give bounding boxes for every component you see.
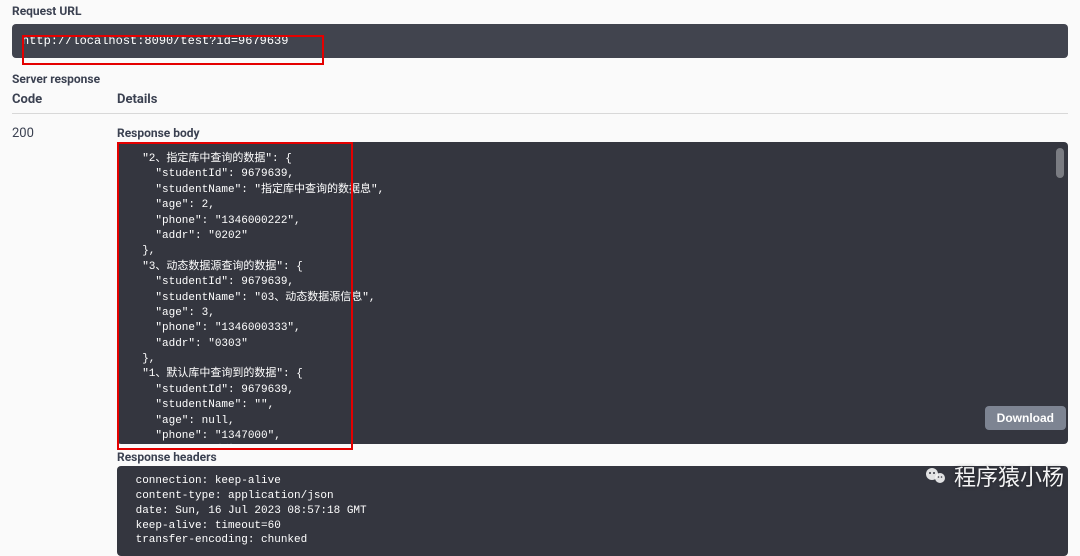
scrollbar-thumb[interactable]: [1056, 148, 1064, 178]
watermark-text: 程序猿小杨: [954, 460, 1064, 492]
request-url-value: http://localhost:8090/test?id=9679639: [12, 24, 1068, 58]
server-response-label: Server response: [12, 72, 1068, 86]
col-details-header: Details: [117, 92, 1068, 107]
download-button[interactable]: Download: [985, 406, 1066, 430]
watermark: 程序猿小杨: [924, 460, 1064, 492]
request-url-section: Request URL http://localhost:8090/test?i…: [12, 4, 1068, 58]
response-table-header: Code Details: [12, 92, 1068, 114]
col-code-header: Code: [12, 92, 117, 107]
wechat-icon: [924, 464, 948, 488]
response-body[interactable]: "2、指定库中查询的数据": { "studentId": 9679639, "…: [117, 142, 1068, 444]
response-code: 200: [12, 126, 117, 556]
scrollbar[interactable]: [1056, 148, 1066, 438]
request-url-label: Request URL: [12, 4, 1068, 18]
response-body-label: Response body: [117, 126, 1068, 140]
response-row: 200 Response body "2、指定库中查询的数据": { "stud…: [12, 114, 1068, 556]
server-response-section: Server response Code Details 200 Respons…: [12, 72, 1068, 556]
